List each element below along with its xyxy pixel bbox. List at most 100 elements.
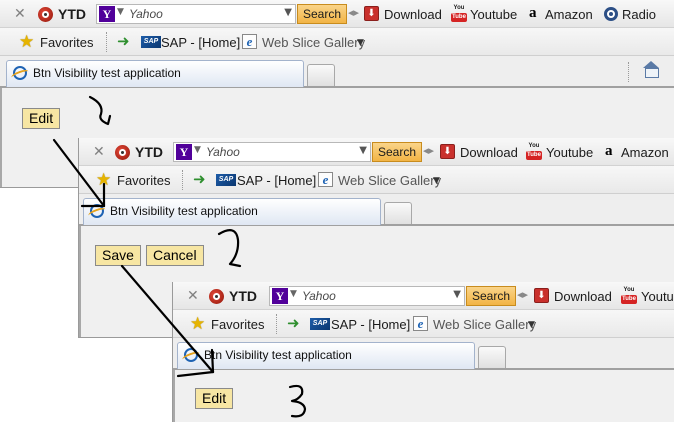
download-link[interactable]: Download: [554, 289, 612, 304]
engine-caret-icon[interactable]: ▼: [194, 145, 201, 155]
command-toolbar: ✕ YTD Y ▼ ▼ Search ◂▸ ⬇ Download YouTube…: [79, 138, 674, 166]
command-toolbar: ✕ YTD Y ▼ ▼ Search ◂▸ ⬇ Download YouTube…: [0, 0, 674, 28]
toolbar-close-icon[interactable]: ✕: [187, 288, 199, 304]
ytd-logo-icon: [209, 289, 224, 304]
sap-icon: SAP: [141, 36, 161, 48]
favorites-button[interactable]: Favorites: [211, 317, 264, 332]
chevron-down-icon[interactable]: ▼: [528, 320, 535, 330]
favorites-star-icon: ★: [19, 32, 35, 52]
tab-title: Btn Visibility test application: [33, 66, 181, 80]
web-slice-gallery-link[interactable]: Web Slice Gallery: [262, 35, 365, 50]
sap-home-link[interactable]: SAP - [Home]: [331, 317, 410, 332]
favorites-bar: ★ Favorites ➜ SAP SAP - [Home] e Web Sli…: [0, 28, 674, 56]
engine-caret-icon[interactable]: ▼: [117, 7, 124, 17]
search-button[interactable]: Search: [297, 4, 348, 24]
web-slice-gallery-link[interactable]: Web Slice Gallery: [338, 173, 441, 188]
amazon-link[interactable]: Amazon: [621, 145, 669, 160]
ie-tab-icon: [13, 66, 27, 80]
engine-caret-icon[interactable]: ▼: [290, 289, 297, 299]
download-icon: ⬇: [364, 6, 379, 21]
tab-bar: Btn Visibility test application: [0, 56, 674, 88]
toolbar-close-icon[interactable]: ✕: [14, 6, 26, 22]
search-input[interactable]: [302, 288, 452, 304]
search-box[interactable]: Y ▼ ▼: [96, 4, 296, 24]
download-icon: ⬇: [534, 288, 549, 303]
tab-bar: Btn Visibility test application: [173, 338, 674, 370]
active-tab[interactable]: Btn Visibility test application: [83, 198, 381, 225]
chevron-down-icon[interactable]: ▼: [357, 38, 364, 48]
search-dropdown-icon[interactable]: ▼: [453, 289, 461, 300]
yahoo-icon[interactable]: Y: [272, 288, 288, 304]
save-button[interactable]: Save: [95, 245, 141, 266]
youtube-link[interactable]: Youtube: [546, 145, 593, 160]
favorites-bar: ★ Favorites ➜ SAP SAP - [Home] e Web Sli…: [79, 166, 674, 194]
separator: [182, 170, 183, 190]
ytd-label[interactable]: YTD: [58, 6, 86, 22]
separator: [276, 314, 277, 334]
radio-link[interactable]: Radio: [622, 7, 656, 22]
toolbar-close-icon[interactable]: ✕: [93, 144, 105, 160]
ie-tab-icon: [90, 204, 104, 218]
add-to-favorites-icon[interactable]: ➜: [287, 311, 301, 332]
ie-tab-icon: [184, 348, 198, 362]
yahoo-icon[interactable]: Y: [99, 6, 115, 22]
radio-icon: [604, 7, 618, 21]
download-link[interactable]: Download: [460, 145, 518, 160]
favorites-star-icon: ★: [190, 314, 206, 334]
new-tab-button[interactable]: [478, 346, 506, 368]
search-button[interactable]: Search: [372, 142, 423, 162]
edit-button[interactable]: Edit: [195, 388, 234, 409]
favorites-button[interactable]: Favorites: [40, 35, 93, 50]
amazon-link[interactable]: Amazon: [545, 7, 593, 22]
home-icon[interactable]: [642, 61, 660, 78]
favorites-button[interactable]: Favorites: [117, 173, 170, 188]
download-link[interactable]: Download: [384, 7, 442, 22]
active-tab[interactable]: Btn Visibility test application: [6, 60, 304, 87]
screenshot-3: ✕ YTD Y ▼ ▼ Search ◂▸ ⬇ Download YouTube…: [172, 282, 674, 422]
sap-home-link[interactable]: SAP - [Home]: [161, 35, 240, 50]
yahoo-icon[interactable]: Y: [176, 144, 192, 160]
tab-title: Btn Visibility test application: [204, 348, 352, 362]
download-icon: ⬇: [440, 144, 455, 159]
amazon-icon: a: [529, 5, 537, 21]
cancel-button[interactable]: Cancel: [146, 245, 204, 266]
youtube-icon: You Tube: [621, 287, 637, 304]
ytd-logo-icon: [115, 145, 130, 160]
search-input[interactable]: [206, 144, 356, 160]
add-to-favorites-icon[interactable]: ➜: [117, 29, 131, 50]
sap-home-link[interactable]: SAP - [Home]: [237, 173, 316, 188]
separator: [628, 62, 629, 82]
web-slice-icon: e: [318, 172, 333, 187]
youtube-icon: You Tube: [451, 5, 467, 22]
search-box[interactable]: Y ▼ ▼: [173, 142, 371, 162]
web-slice-gallery-link[interactable]: Web Slice Gallery: [433, 317, 536, 332]
search-dropdown-icon[interactable]: ▼: [284, 7, 292, 18]
youtube-link[interactable]: Youtube: [641, 289, 674, 304]
toolbar-handle-icon[interactable]: ◂▸: [517, 288, 528, 301]
new-tab-button[interactable]: [307, 64, 335, 86]
toolbar-handle-icon[interactable]: ◂▸: [423, 144, 434, 157]
separator: [106, 32, 107, 52]
tab-bar: Btn Visibility test application: [79, 194, 674, 226]
ytd-label[interactable]: YTD: [135, 144, 163, 160]
web-slice-icon: e: [242, 34, 257, 49]
ytd-label[interactable]: YTD: [229, 288, 257, 304]
page-content: Edit: [173, 370, 674, 422]
search-button[interactable]: Search: [466, 286, 517, 306]
search-dropdown-icon[interactable]: ▼: [359, 145, 367, 156]
youtube-link[interactable]: Youtube: [470, 7, 517, 22]
edit-button[interactable]: Edit: [22, 108, 61, 129]
search-box[interactable]: Y ▼ ▼: [269, 286, 465, 306]
youtube-icon: You Tube: [526, 143, 542, 160]
favorites-bar: ★ Favorites ➜ SAP SAP - [Home] e Web Sli…: [173, 310, 674, 338]
amazon-icon: a: [605, 143, 613, 159]
toolbar-handle-icon[interactable]: ◂▸: [348, 6, 359, 19]
tab-title: Btn Visibility test application: [110, 204, 258, 218]
web-slice-icon: e: [413, 316, 428, 331]
sap-icon: SAP: [216, 174, 236, 186]
active-tab[interactable]: Btn Visibility test application: [177, 342, 475, 369]
chevron-down-icon[interactable]: ▼: [433, 176, 440, 186]
search-input[interactable]: [129, 6, 279, 22]
new-tab-button[interactable]: [384, 202, 412, 224]
add-to-favorites-icon[interactable]: ➜: [193, 167, 207, 188]
